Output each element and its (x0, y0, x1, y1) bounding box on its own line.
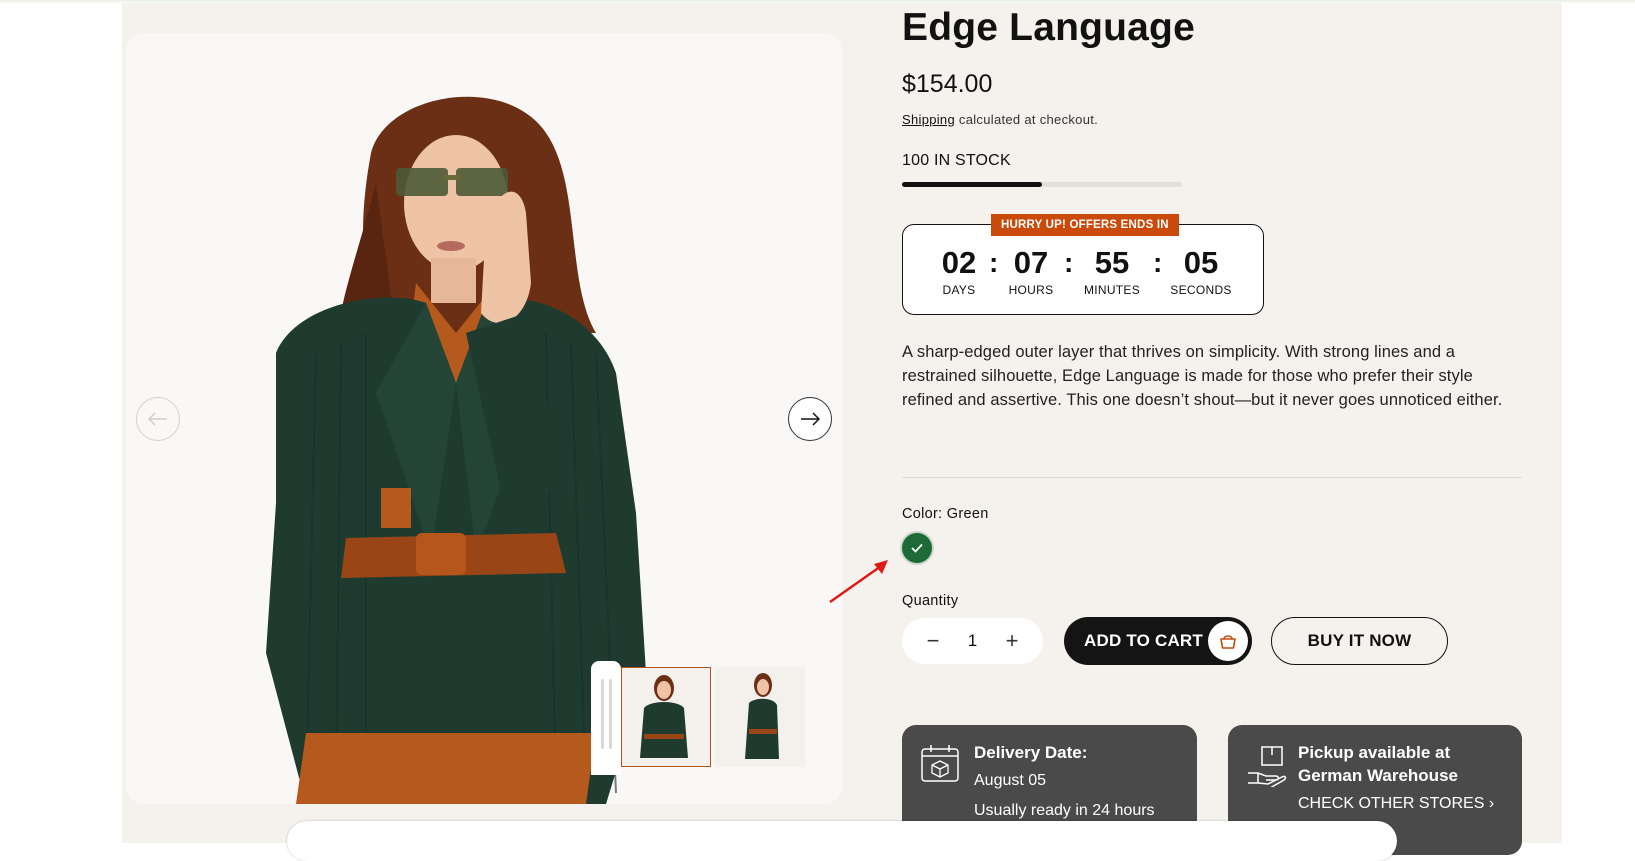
quantity-decrease-button[interactable]: − (922, 628, 944, 654)
pickup-hand-box-icon (1248, 746, 1287, 787)
countdown-days: 02 DAYS (934, 245, 984, 297)
countdown-days-label: DAYS (942, 283, 976, 297)
countdown-seconds-value: 05 (1183, 245, 1219, 280)
gallery-prev-button[interactable] (136, 397, 180, 441)
shipping-note: Shipping calculated at checkout. (902, 112, 1098, 127)
arrow-left-icon (148, 412, 167, 426)
countdown-seconds-label: SECONDS (1170, 283, 1232, 297)
check-other-stores-label: CHECK OTHER STORES (1298, 795, 1485, 812)
color-label: Color: Green (902, 506, 989, 522)
thumbnail-photo (622, 668, 710, 766)
divider (902, 477, 1522, 478)
pickup-title: Pickup available at German Warehouse (1298, 741, 1458, 787)
gallery-next-button[interactable] (788, 397, 832, 441)
add-to-cart-button[interactable]: ADD TO CART (1064, 617, 1252, 665)
buy-it-now-button[interactable]: BUY IT NOW (1271, 617, 1448, 665)
countdown-minutes-value: 55 (1094, 245, 1130, 280)
countdown-hours: 07 HOURS (1003, 245, 1059, 297)
delivery-note: Usually ready in 24 hours (974, 802, 1155, 819)
add-to-cart-label: ADD TO CART (1084, 631, 1203, 650)
product-title: Edge Language (902, 6, 1195, 49)
thumbnail-2[interactable] (715, 667, 805, 767)
countdown-hours-value: 07 (1013, 245, 1049, 280)
chevron-right-icon: › (1488, 795, 1495, 812)
product-price: $154.00 (902, 70, 993, 98)
thumbnail-drag-handle[interactable] (591, 661, 621, 775)
quantity-label: Quantity (902, 593, 959, 609)
countdown-separator: : (1064, 247, 1074, 278)
thumbnail-1[interactable] (621, 667, 711, 767)
shipping-note-text: calculated at checkout. (955, 112, 1099, 127)
thumbnail-strip (591, 661, 813, 775)
color-swatch-green[interactable] (902, 533, 932, 563)
delivery-title: Delivery Date: (974, 743, 1088, 762)
shipping-link[interactable]: Shipping (902, 112, 955, 127)
countdown-hours-label: HOURS (1008, 283, 1054, 297)
countdown-separator: : (1153, 247, 1163, 278)
basket-icon (1208, 621, 1248, 661)
offer-countdown: HURRY UP! OFFERS ENDS IN 02 DAYS : 07 HO… (902, 214, 1264, 315)
stock-count: 100 IN STOCK (902, 152, 1011, 169)
arrow-right-icon (801, 412, 820, 426)
countdown-minutes: 55 MINUTES (1077, 245, 1147, 297)
annotation-arrow-icon (829, 560, 888, 604)
countdown-minutes-label: MINUTES (1083, 283, 1141, 297)
thumbnail-photo (715, 667, 805, 767)
check-other-stores-link[interactable]: CHECK OTHER STORES › (1298, 795, 1494, 813)
quantity-input[interactable] (957, 631, 988, 651)
countdown-seconds: 05 SECONDS (1167, 245, 1235, 297)
calendar-box-icon (921, 745, 959, 782)
product-description: A sharp-edged outer layer that thrives o… (902, 343, 1503, 409)
sticky-bottom-bar (287, 821, 1397, 861)
stock-progress-bar (902, 182, 1182, 187)
countdown-days-value: 02 (941, 245, 977, 280)
quantity-stepper: − + (902, 618, 1043, 664)
countdown-badge: HURRY UP! OFFERS ENDS IN (991, 214, 1179, 236)
pickup-title-line2: German Warehouse (1298, 766, 1458, 785)
check-icon (911, 543, 923, 553)
delivery-date: August 05 (974, 772, 1047, 789)
stock-progress-fill (902, 182, 1042, 187)
pickup-title-line1: Pickup available at (1298, 743, 1451, 762)
quantity-increase-button[interactable]: + (1001, 628, 1023, 654)
countdown-separator: : (989, 247, 999, 278)
